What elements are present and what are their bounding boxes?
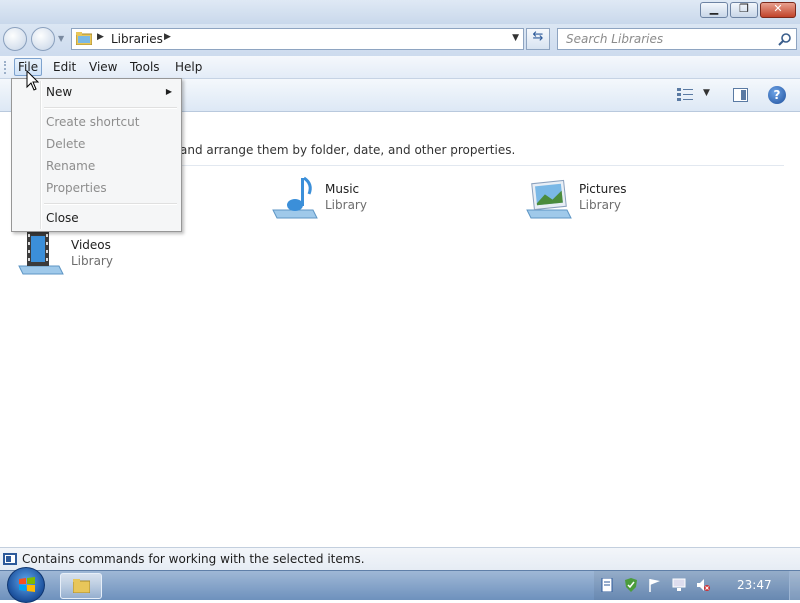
system-tray: 23:47 — [594, 571, 800, 600]
menu-tools[interactable]: Tools — [127, 59, 163, 75]
content-divider — [180, 165, 784, 166]
menu-view[interactable]: View — [86, 59, 120, 75]
menu-item-close[interactable]: Close — [46, 209, 79, 227]
close-icon: ✕ — [773, 2, 783, 15]
refresh-icon: ⇆ — [532, 29, 544, 44]
status-text: Contains commands for working with the s… — [22, 552, 365, 566]
menubar-grip — [4, 61, 8, 74]
submenu-arrow-icon: ▶ — [165, 87, 172, 96]
mouse-cursor-icon — [26, 70, 40, 91]
start-button[interactable] — [7, 567, 45, 603]
status-bar: Contains commands for working with the s… — [0, 547, 800, 570]
address-dropdown-icon[interactable]: ▼ — [512, 33, 519, 43]
library-type: Library — [579, 198, 621, 212]
status-info-icon — [3, 553, 17, 565]
folder-icon — [73, 579, 90, 593]
help-icon[interactable]: ? — [768, 86, 786, 104]
change-view-icon[interactable] — [677, 88, 693, 102]
menu-item-new[interactable]: New — [46, 83, 72, 101]
forward-button[interactable] — [31, 27, 55, 51]
clock[interactable]: 23:47 — [737, 578, 772, 592]
menu-gutter — [40, 81, 42, 229]
back-button[interactable] — [3, 27, 27, 51]
library-type: Library — [71, 254, 113, 268]
breadcrumb-libraries[interactable]: Libraries — [111, 32, 163, 46]
title-bar: ▁ ❐ ✕ — [0, 0, 800, 24]
breadcrumb-arrow-icon[interactable]: ▶ — [97, 32, 104, 42]
search-icon[interactable] — [778, 32, 792, 46]
menu-separator — [44, 107, 177, 109]
view-options-dropdown-icon[interactable]: ▼ — [703, 88, 710, 98]
pictures-library-icon — [526, 179, 572, 219]
libraries-description: and arrange them by folder, date, and ot… — [180, 143, 516, 157]
menu-separator — [44, 203, 177, 205]
menu-item-delete[interactable]: Delete — [46, 135, 85, 153]
minimize-icon: ▁ — [709, 2, 719, 15]
maximize-button[interactable]: ❐ — [730, 2, 758, 18]
security-shield-icon[interactable] — [624, 578, 638, 592]
menu-item-properties[interactable]: Properties — [46, 179, 107, 197]
libraries-folder-icon — [76, 32, 92, 45]
window-controls: ▁ ❐ ✕ — [700, 2, 796, 18]
breadcrumb-arrow-icon[interactable]: ▶ — [164, 32, 171, 42]
library-name: Videos — [71, 238, 111, 252]
windows-logo-icon — [19, 577, 35, 592]
search-input[interactable]: Search Libraries — [557, 28, 797, 50]
menu-edit[interactable]: Edit — [50, 59, 79, 75]
menu-bar: File Edit View Tools Help — [0, 56, 800, 79]
restore-icon: ❐ — [739, 2, 749, 15]
notes-icon[interactable] — [600, 578, 614, 592]
show-desktop-button[interactable] — [789, 571, 800, 600]
network-icon[interactable] — [672, 578, 686, 592]
volume-muted-icon[interactable] — [696, 578, 710, 592]
menu-item-rename[interactable]: Rename — [46, 157, 95, 175]
file-menu-dropdown: New ▶ Create shortcut Delete Rename Prop… — [11, 78, 182, 232]
address-bar[interactable]: ▶ Libraries ▶ ▼ — [71, 28, 524, 50]
library-name: Pictures — [579, 182, 627, 196]
preview-pane-icon[interactable] — [733, 88, 748, 102]
close-button[interactable]: ✕ — [760, 2, 796, 18]
action-center-flag-icon[interactable] — [648, 578, 662, 592]
music-library-icon — [272, 176, 318, 219]
menu-help[interactable]: Help — [172, 59, 205, 75]
menu-item-create-shortcut[interactable]: Create shortcut — [46, 113, 139, 131]
recent-pages-dropdown-icon[interactable]: ▼ — [58, 34, 64, 43]
navigation-bar: ▼ ▶ Libraries ▶ ▼ ⇆ Search Libraries — [0, 24, 800, 56]
library-name: Music — [325, 182, 360, 196]
videos-library-icon — [18, 232, 64, 275]
search-placeholder: Search Libraries — [566, 32, 664, 46]
library-type: Library — [325, 198, 367, 212]
taskbar-explorer-button[interactable] — [60, 573, 102, 599]
refresh-button[interactable]: ⇆ — [526, 28, 550, 50]
minimize-button[interactable]: ▁ — [700, 2, 728, 18]
taskbar: 23:47 — [0, 567, 800, 603]
